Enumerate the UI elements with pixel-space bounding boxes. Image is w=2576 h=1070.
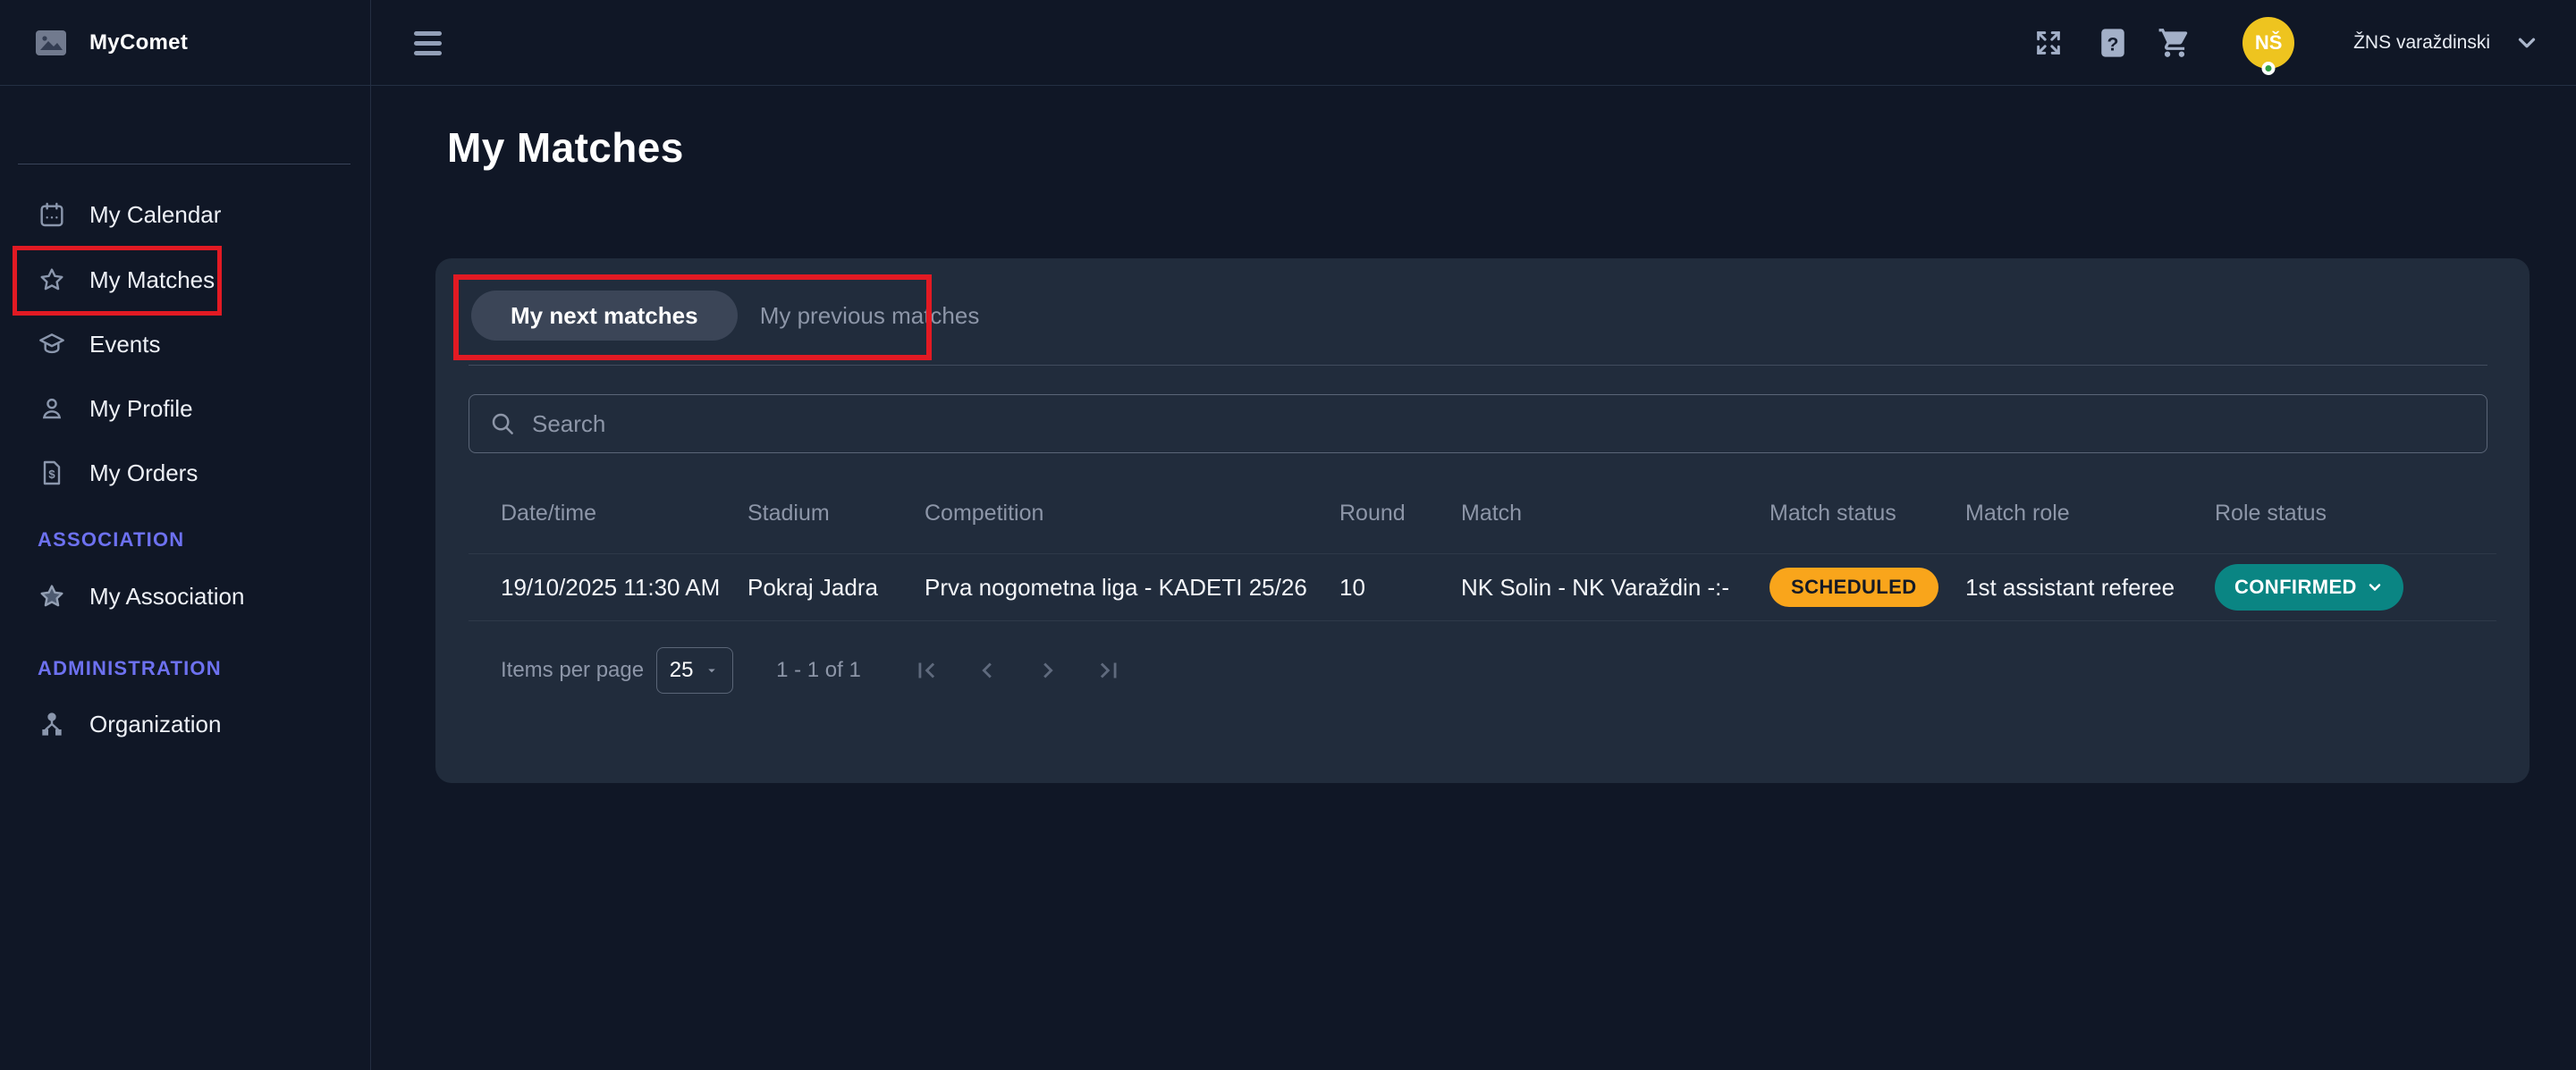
sidebar-item-label: My Orders [89,459,198,487]
first-page-button[interactable] [906,650,947,691]
sidebar-item-label: My Profile [89,395,193,423]
sidebar-item-label: My Matches [89,266,215,294]
organization-selector[interactable]: ŽNS varaždinski [2353,29,2540,56]
organization-selector-label: ŽNS varaždinski [2353,32,2490,54]
column-header-match-role: Match role [1965,501,2215,527]
table-header-row: Date/time Stadium Competition Round Matc… [469,473,2496,553]
items-per-page-label: Items per page [501,658,644,683]
next-page-button[interactable] [1027,650,1068,691]
column-header-role-status: Role status [2215,501,2496,527]
star-icon [38,265,66,294]
pagination-range-label: 1 - 1 of 1 [776,658,861,683]
help-icon[interactable]: ? [2098,25,2128,61]
sidebar-item-my-matches[interactable]: My Matches [0,248,371,312]
column-header-match-status: Match status [1769,501,1965,527]
brand-name: MyComet [89,30,188,55]
calendar-icon [38,200,66,229]
sidebar-item-label: My Calendar [89,201,221,229]
online-status-dot [2262,62,2276,75]
sidebar-item-my-profile[interactable]: My Profile [0,376,371,441]
column-header-round: Round [1339,501,1461,527]
fullscreen-icon[interactable] [2033,28,2064,58]
cell-match: NK Solin - NK Varaždin -:- [1461,574,1769,602]
matches-card: My next matches My previous matches Date… [435,258,2530,783]
status-badge-scheduled: SCHEDULED [1769,568,1938,607]
org-chart-icon [38,710,66,738]
sidebar-item-my-association[interactable]: My Association [0,564,371,628]
tabs-divider [469,365,2487,366]
items-per-page-value: 25 [670,658,694,683]
tab-my-next-matches[interactable]: My next matches [471,291,738,341]
cell-round: 10 [1339,574,1461,602]
dropdown-caret-icon [704,662,720,678]
sidebar-item-label: Organization [89,711,221,738]
logo-image-placeholder-icon [36,30,66,55]
sidebar: My Calendar My Matches Events [0,0,371,1070]
column-header-competition: Competition [925,501,1339,527]
invoice-icon: $ [38,459,66,487]
table-row[interactable]: 19/10/2025 11:30 AM Pokraj Jadra Prva no… [469,553,2496,621]
sidebar-item-organization[interactable]: Organization [0,692,371,756]
last-page-button[interactable] [1088,650,1129,691]
user-avatar[interactable]: NŠ [2242,17,2294,69]
cell-match-role: 1st assistant referee [1965,574,2215,602]
person-icon [38,394,66,423]
cell-competition: Prva nogometna liga - KADETI 25/26 [925,574,1339,602]
cell-datetime: 19/10/2025 11:30 AM [469,574,747,602]
sidebar-section-administration: ADMINISTRATION [38,654,222,683]
items-per-page-select[interactable]: 25 [656,647,733,694]
sidebar-item-my-calendar[interactable]: My Calendar [0,182,371,247]
match-tabs: My next matches My previous matches [471,291,984,341]
pagination-bar: Items per page 25 1 - 1 of 1 [469,644,2496,697]
cell-match-status: SCHEDULED [1769,568,1965,607]
column-header-match: Match [1461,501,1769,527]
top-bar: MyComet ? [0,0,2576,86]
chevron-down-icon [2366,578,2384,596]
app-window: MyComet ? [0,0,2576,1070]
search-field [469,394,2487,453]
help-glyph: ? [2107,34,2119,55]
cell-role-status: CONFIRMED [2215,564,2496,611]
search-icon [489,410,516,437]
brand: MyComet [36,0,188,86]
page-title: My Matches [447,123,684,172]
sidebar-item-events[interactable]: Events [0,312,371,376]
sidebar-item-label: My Association [89,583,244,611]
avatar-initials: NŠ [2255,31,2283,55]
sidebar-item-label: Events [89,331,161,358]
confirmed-label: CONFIRMED [2234,576,2357,599]
cell-stadium: Pokraj Jadra [747,574,925,602]
column-header-datetime: Date/time [469,501,747,527]
matches-table: Date/time Stadium Competition Round Matc… [469,473,2496,621]
topbar-actions: ? NŠ ŽNS varaždinski [2033,0,2540,86]
status-badge-confirmed[interactable]: CONFIRMED [2215,564,2403,611]
tab-my-previous-matches[interactable]: My previous matches [756,302,984,330]
chevron-down-icon [2513,29,2540,56]
shopping-cart-icon[interactable] [2158,26,2192,60]
pager-buttons [906,650,1129,691]
previous-page-button[interactable] [967,650,1008,691]
column-header-stadium: Stadium [747,501,925,527]
dollar-glyph: $ [48,468,55,481]
menu-hamburger-icon[interactable] [414,27,448,59]
star-filled-icon [38,582,66,611]
graduation-cap-icon [38,330,66,358]
sidebar-item-my-orders[interactable]: $ My Orders [0,441,371,505]
search-input[interactable] [532,410,2469,438]
sidebar-section-association: ASSOCIATION [38,526,184,554]
